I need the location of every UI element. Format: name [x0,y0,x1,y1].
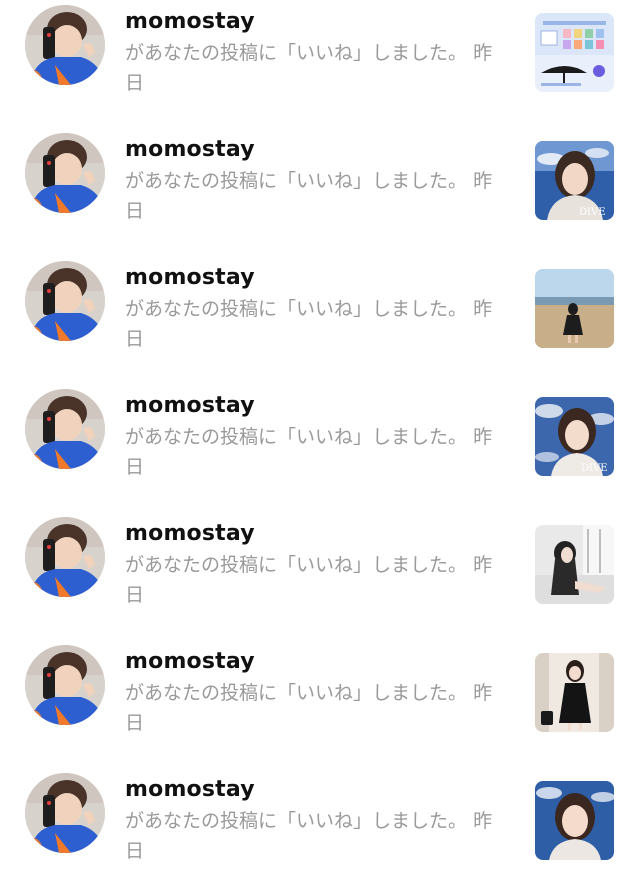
notification-text: momostay があなたの投稿に「いいね」しました。 昨日 [125,136,505,226]
user-avatar-icon [25,517,105,597]
notification-text: momostay があなたの投稿に「いいね」しました。 昨日 [125,776,505,866]
message-text: があなたの投稿に「いいね」しました。 [125,682,468,704]
username[interactable]: momostay [125,520,505,548]
notification-item[interactable]: momostay があなたの投稿に「いいね」しました。 昨日 [0,0,640,128]
avatar[interactable] [25,645,105,725]
notification-item[interactable]: momostay があなたの投稿に「いいね」しました。 昨日 DIVE [0,384,640,512]
user-avatar-icon [25,645,105,725]
message-text: があなたの投稿に「いいね」しました。 [125,170,468,192]
user-avatar-icon [25,133,105,213]
message-text: があなたの投稿に「いいね」しました。 [125,554,468,576]
post-thumbnail[interactable]: DIVE [535,397,614,476]
post-thumbnail[interactable] [535,269,614,348]
user-avatar-icon [25,5,105,85]
notification-text: momostay があなたの投稿に「いいね」しました。 昨日 [125,264,505,354]
portrait-photo-thumbnail-icon [535,781,614,860]
notification-text: momostay があなたの投稿に「いいね」しました。 昨日 [125,392,505,482]
username[interactable]: momostay [125,136,505,164]
post-thumbnail[interactable]: DIVE [535,141,614,220]
avatar[interactable] [25,261,105,341]
notification-item[interactable]: momostay があなたの投稿に「いいね」しました。 昨日 DIVE [0,128,640,256]
notification-message: があなたの投稿に「いいね」しました。 昨日 [125,166,505,226]
svg-text:DIVE: DIVE [579,207,606,218]
beach-photo-thumbnail-icon [535,269,614,348]
message-text: があなたの投稿に「いいね」しました。 [125,426,468,448]
message-text: があなたの投稿に「いいね」しました。 [125,810,468,832]
notification-item[interactable]: momostay があなたの投稿に「いいね」しました。 昨日 [0,640,640,768]
message-text: があなたの投稿に「いいね」しました。 [125,42,468,64]
username[interactable]: momostay [125,776,505,804]
black-dress-photo-thumbnail-icon [535,653,614,732]
notification-message: があなたの投稿に「いいね」しました。 昨日 [125,422,505,482]
notification-item[interactable]: momostay があなたの投稿に「いいね」しました。 昨日 [0,256,640,384]
notification-text: momostay があなたの投稿に「いいね」しました。 昨日 [125,648,505,738]
message-text: があなたの投稿に「いいね」しました。 [125,298,468,320]
notification-text: momostay があなたの投稿に「いいね」しました。 昨日 [125,8,505,98]
avatar[interactable] [25,517,105,597]
avatar[interactable] [25,133,105,213]
notification-text: momostay があなたの投稿に「いいね」しました。 昨日 [125,520,505,610]
user-avatar-icon [25,389,105,469]
avatar[interactable] [25,389,105,469]
user-avatar-icon [25,261,105,341]
avatar[interactable] [25,773,105,853]
post-thumbnail[interactable] [535,13,614,92]
notification-item[interactable]: momostay があなたの投稿に「いいね」しました。 昨日 [0,768,640,896]
user-avatar-icon [25,773,105,853]
portrait-photo-thumbnail-icon: DIVE [535,141,614,220]
notification-message: があなたの投稿に「いいね」しました。 昨日 [125,806,505,866]
username[interactable]: momostay [125,648,505,676]
username[interactable]: momostay [125,392,505,420]
svg-text:DIVE: DIVE [581,463,608,474]
portrait-photo-thumbnail-icon: DIVE [535,397,614,476]
post-thumbnail[interactable] [535,525,614,604]
avatar[interactable] [25,5,105,85]
notification-item[interactable]: momostay があなたの投稿に「いいね」しました。 昨日 [0,512,640,640]
username[interactable]: momostay [125,264,505,292]
window-photo-thumbnail-icon [535,525,614,604]
notification-message: があなたの投稿に「いいね」しました。 昨日 [125,678,505,738]
username[interactable]: momostay [125,8,505,36]
notification-message: があなたの投稿に「いいね」しました。 昨日 [125,550,505,610]
post-thumbnail[interactable] [535,781,614,860]
notification-message: があなたの投稿に「いいね」しました。 昨日 [125,294,505,354]
post-thumbnail[interactable] [535,653,614,732]
notification-message: があなたの投稿に「いいね」しました。 昨日 [125,38,505,98]
product-collage-thumbnail-icon [535,13,614,92]
